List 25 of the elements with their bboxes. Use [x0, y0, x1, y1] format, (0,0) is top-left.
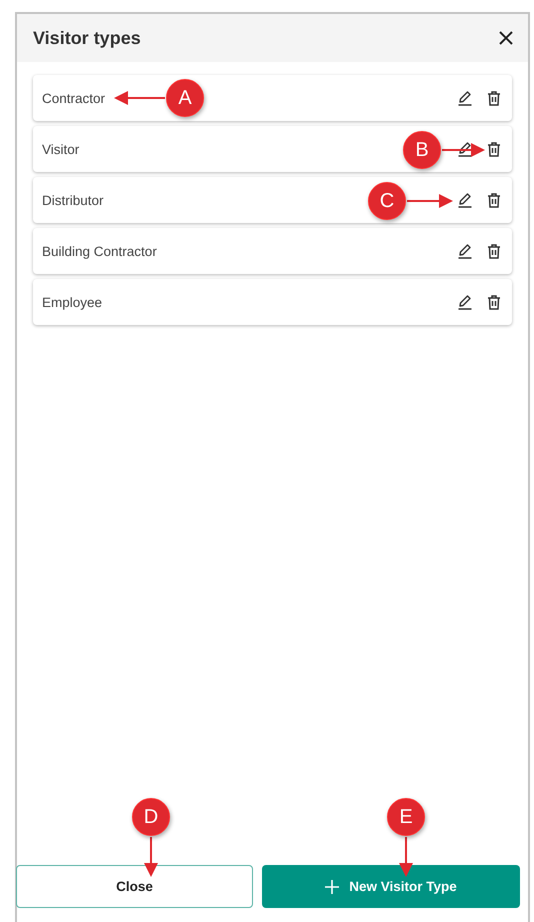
callout-arrow [407, 194, 453, 208]
visitor-type-name: Employee [42, 294, 102, 310]
close-button[interactable]: Close [16, 865, 253, 908]
edit-icon[interactable] [457, 192, 473, 208]
callout-arrow [114, 91, 165, 105]
dialog-title: Visitor types [33, 28, 141, 48]
delete-icon[interactable] [486, 243, 502, 259]
plus-icon [325, 880, 340, 894]
delete-icon[interactable] [486, 90, 502, 106]
visitor-type-name: Building Contractor [42, 244, 157, 258]
callout-arrow [144, 837, 158, 877]
callout-arrow [399, 837, 413, 877]
visitor-type-name: Distributor [42, 192, 104, 208]
delete-icon[interactable] [486, 294, 502, 310]
close-icon[interactable] [498, 30, 514, 46]
edit-icon[interactable] [457, 243, 473, 259]
visitor-type-name: Contractor [42, 90, 106, 106]
delete-icon[interactable] [486, 192, 502, 208]
edit-icon[interactable] [457, 90, 473, 106]
edit-icon[interactable] [457, 294, 473, 310]
visitor-type-name: Visitor [42, 142, 80, 156]
callout-arrow [442, 143, 485, 157]
delete-icon[interactable] [486, 141, 502, 157]
new-visitor-type-button[interactable]: New Visitor Type [262, 865, 520, 908]
edit-icon[interactable] [457, 141, 473, 157]
